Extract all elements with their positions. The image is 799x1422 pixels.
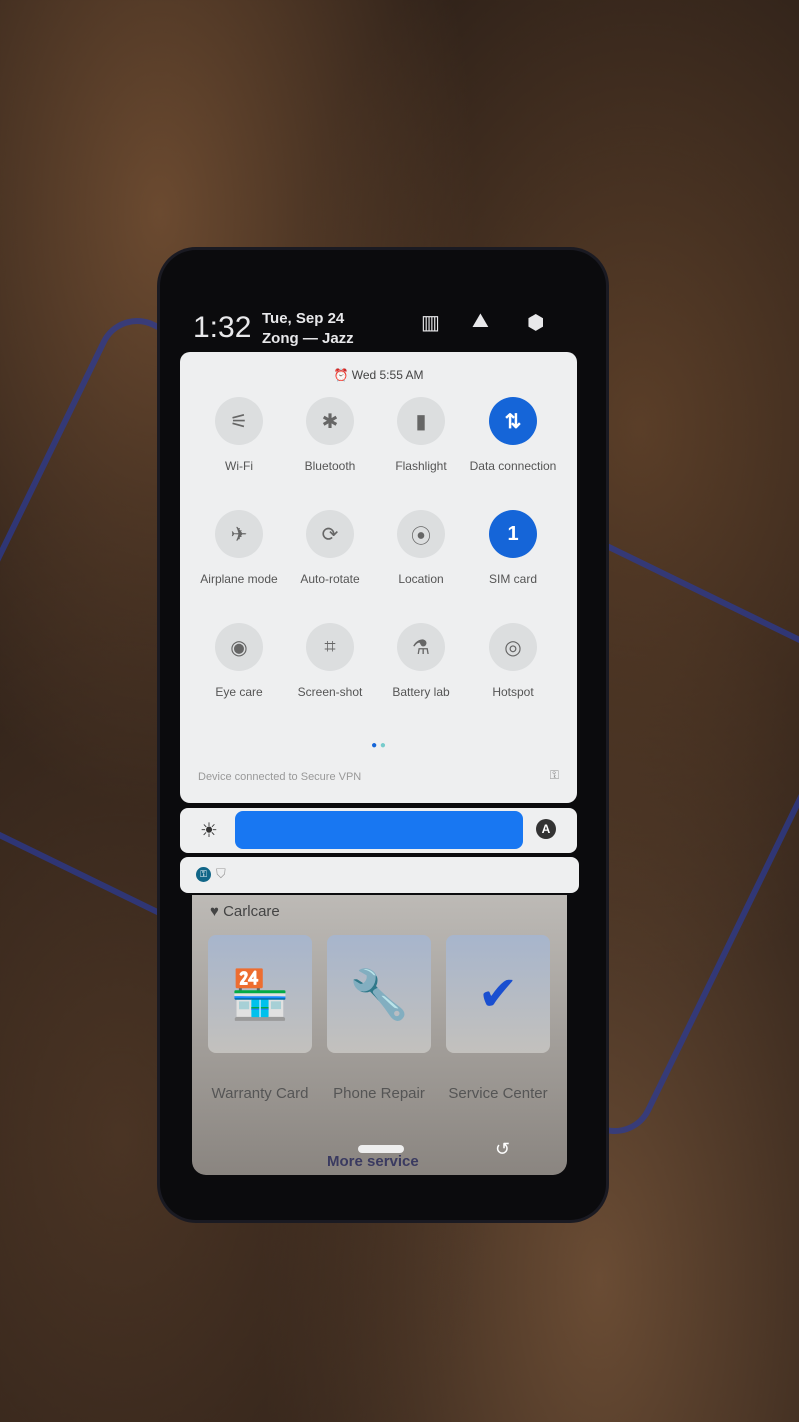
brightness-icon: ☀ xyxy=(200,820,218,842)
status-date-carrier: Tue, Sep 24 Zong — Jazz xyxy=(262,309,354,349)
wifi-off-icon: ⚟ xyxy=(215,397,263,445)
store-icon: 🏪 xyxy=(230,968,290,1022)
tile-sim-card[interactable]: 1 SIM card xyxy=(467,510,559,587)
shield-check-icon: ✔ xyxy=(477,968,519,1021)
flask-icon: ⚗ xyxy=(397,623,445,671)
carlcare-logo-icon: ♥ xyxy=(210,903,224,920)
tile-hotspot[interactable]: ◎ Hotspot xyxy=(467,623,559,700)
rotate-icon: ⟳ xyxy=(306,510,354,558)
notification-icons-row[interactable]: ⚿ ⛉ xyxy=(180,857,579,893)
service-card[interactable]: 🔧 xyxy=(327,935,431,1053)
tile-battery-lab[interactable]: ⚗ Battery lab xyxy=(375,623,467,700)
tile-label: SIM card xyxy=(488,572,537,586)
vpn-app-icon: ⚿ xyxy=(196,867,211,882)
brightness-bar: ☀ A xyxy=(180,808,577,853)
status-date: Tue, Sep 24 xyxy=(262,310,345,327)
tile-airplane-mode[interactable]: ✈ Airplane mode xyxy=(193,510,285,587)
service-card[interactable]: ✔ xyxy=(446,935,550,1053)
carlcare-title: ♥ Carlcare xyxy=(210,903,280,920)
back-icon[interactable]: ↺ xyxy=(495,1139,510,1160)
edit-tiles-icon[interactable]: ▥ xyxy=(421,310,440,335)
status-carrier: Zong — Jazz xyxy=(262,330,354,347)
tile-label: Wi-Fi xyxy=(225,459,253,473)
quick-settings-panel: ⏰ Wed 5:55 AM ⚟ Wi-Fi ✱ Bluetooth ▮ Flashligh… xyxy=(180,352,577,803)
service-card-label: Phone Repair xyxy=(333,1085,425,1102)
location-icon: ⦿ xyxy=(397,510,445,558)
tile-label: Bluetooth xyxy=(304,459,356,473)
settings-icon[interactable]: ⬢ xyxy=(527,310,544,335)
tile-eye-care[interactable]: ◉ Eye care xyxy=(193,623,285,700)
tile-label: Eye care xyxy=(215,685,263,699)
page-indicator: ● ● xyxy=(371,740,386,751)
data-icon: ⇅ xyxy=(489,397,537,445)
tile-flashlight[interactable]: ▮ Flashlight xyxy=(375,397,467,474)
tile-screen-shot[interactable]: ⌗ Screen-shot xyxy=(284,623,376,700)
vpn-key-icon: ⚿ xyxy=(549,768,559,782)
eye-icon: ◉ xyxy=(215,623,263,671)
tile-auto-rotate[interactable]: ⟳ Auto-rotate xyxy=(284,510,376,587)
alarm-row[interactable]: ⏰ Wed 5:55 AM xyxy=(180,368,577,382)
flashlight-icon: ▮ xyxy=(397,397,445,445)
tile-label: Screen-shot xyxy=(297,685,363,699)
brightness-slider[interactable] xyxy=(235,811,523,849)
tile-label: Flashlight xyxy=(395,459,447,473)
crop-icon: ⌗ xyxy=(306,623,354,671)
tile-label: Auto-rotate xyxy=(300,572,360,586)
tile-label: Airplane mode xyxy=(200,572,278,586)
tile-data-connection[interactable]: ⇅ Data connection xyxy=(467,397,559,474)
alarm-icon: ⏰ xyxy=(333,368,352,382)
tile-wi-fi[interactable]: ⚟ Wi-Fi xyxy=(193,397,285,474)
more-service-link[interactable]: More service xyxy=(327,1153,419,1170)
shield-icon: ⛉ xyxy=(216,866,226,881)
service-card-label: Service Center xyxy=(448,1085,548,1102)
tile-label: Hotspot xyxy=(492,685,534,699)
auto-brightness-button[interactable]: A xyxy=(536,819,556,839)
sim-icon: 1 xyxy=(489,510,537,558)
carlcare-app: ♥ Carlcare 🏪 Warranty Card 🔧 Phone Repair ✔ S… xyxy=(192,895,567,1175)
home-gesture-bar[interactable] xyxy=(358,1145,404,1153)
gallery-icon[interactable]: ⛰ xyxy=(472,310,489,333)
status-time: 1:32 xyxy=(193,311,252,344)
tile-location[interactable]: ⦿ Location xyxy=(375,510,467,587)
tile-bluetooth[interactable]: ✱ Bluetooth xyxy=(284,397,376,474)
hotspot-icon: ◎ xyxy=(489,623,537,671)
bluetooth-icon: ✱ xyxy=(306,397,354,445)
service-card[interactable]: 🏪 xyxy=(208,935,312,1053)
service-card-label: Warranty Card xyxy=(211,1085,309,1102)
phone-repair-icon: 🔧 xyxy=(349,968,409,1022)
tile-label: Battery lab xyxy=(392,685,450,699)
vpn-status[interactable]: Device connected to Secure VPN xyxy=(198,771,361,783)
airplane-icon: ✈ xyxy=(215,510,263,558)
tile-label: Data connection xyxy=(469,459,557,473)
tile-label: Location xyxy=(398,572,444,586)
